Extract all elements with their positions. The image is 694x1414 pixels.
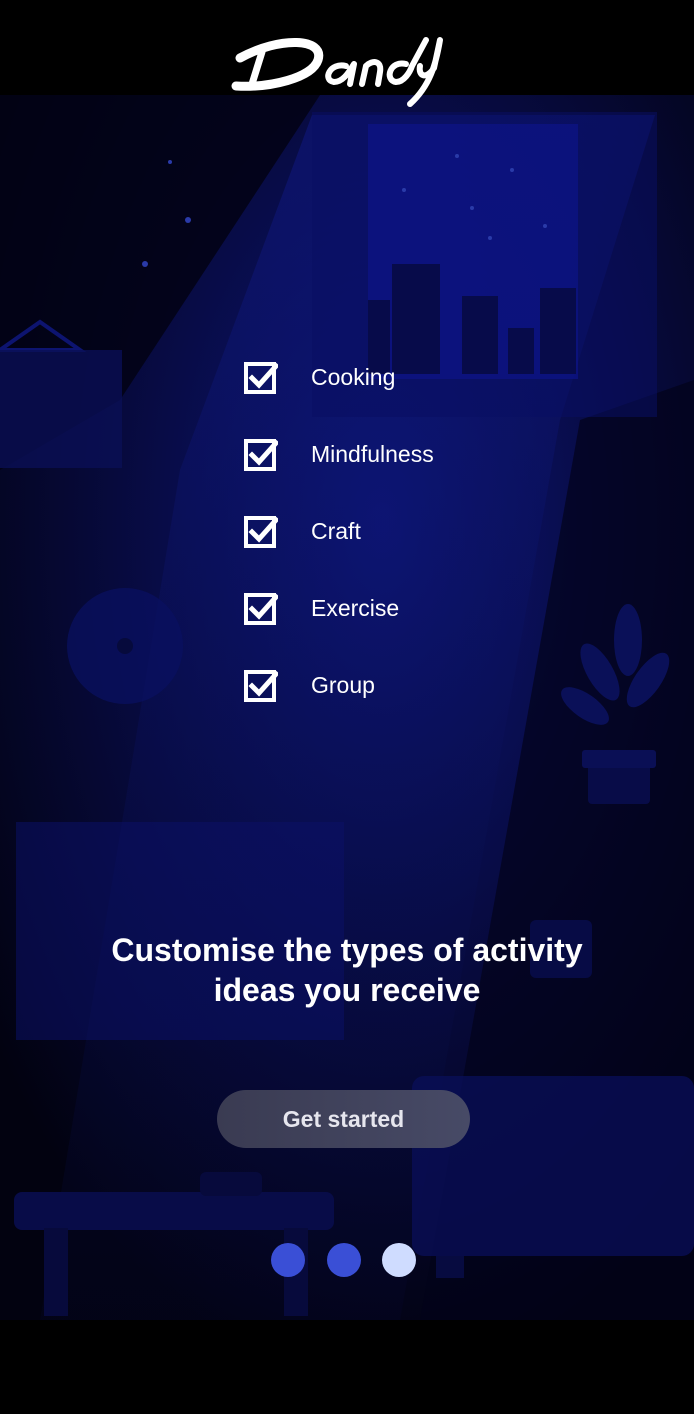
page-indicator bbox=[271, 1243, 417, 1279]
activity-label: Craft bbox=[311, 518, 361, 544]
headline-line-2: ideas you receive bbox=[213, 972, 481, 1008]
checked-checkbox-icon[interactable] bbox=[244, 516, 278, 550]
activity-label: Group bbox=[311, 672, 375, 698]
onboarding-headline: Customise the types of activity ideas yo… bbox=[60, 930, 634, 1010]
activity-label: Cooking bbox=[311, 364, 396, 390]
get-started-button[interactable]: Get started bbox=[217, 1090, 470, 1148]
activity-item-mindfulness[interactable]: Mindfulness bbox=[244, 437, 564, 477]
headline-line-1: Customise the types of activity bbox=[111, 932, 583, 968]
activity-label: Mindfulness bbox=[311, 441, 434, 467]
checked-checkbox-icon[interactable] bbox=[244, 439, 278, 473]
page-dot-2[interactable] bbox=[327, 1243, 361, 1277]
page-dot-1[interactable] bbox=[271, 1243, 305, 1277]
checked-checkbox-icon[interactable] bbox=[244, 362, 278, 396]
checked-checkbox-icon[interactable] bbox=[244, 670, 278, 704]
activity-item-group[interactable]: Group bbox=[244, 668, 564, 708]
dandy-logo bbox=[0, 14, 694, 114]
activity-label: Exercise bbox=[311, 595, 400, 621]
activity-item-craft[interactable]: Craft bbox=[244, 514, 564, 554]
page-dot-3[interactable] bbox=[382, 1243, 416, 1277]
checked-checkbox-icon[interactable] bbox=[244, 593, 278, 627]
activity-item-exercise[interactable]: Exercise bbox=[244, 591, 564, 631]
activity-item-cooking[interactable]: Cooking bbox=[244, 360, 564, 400]
